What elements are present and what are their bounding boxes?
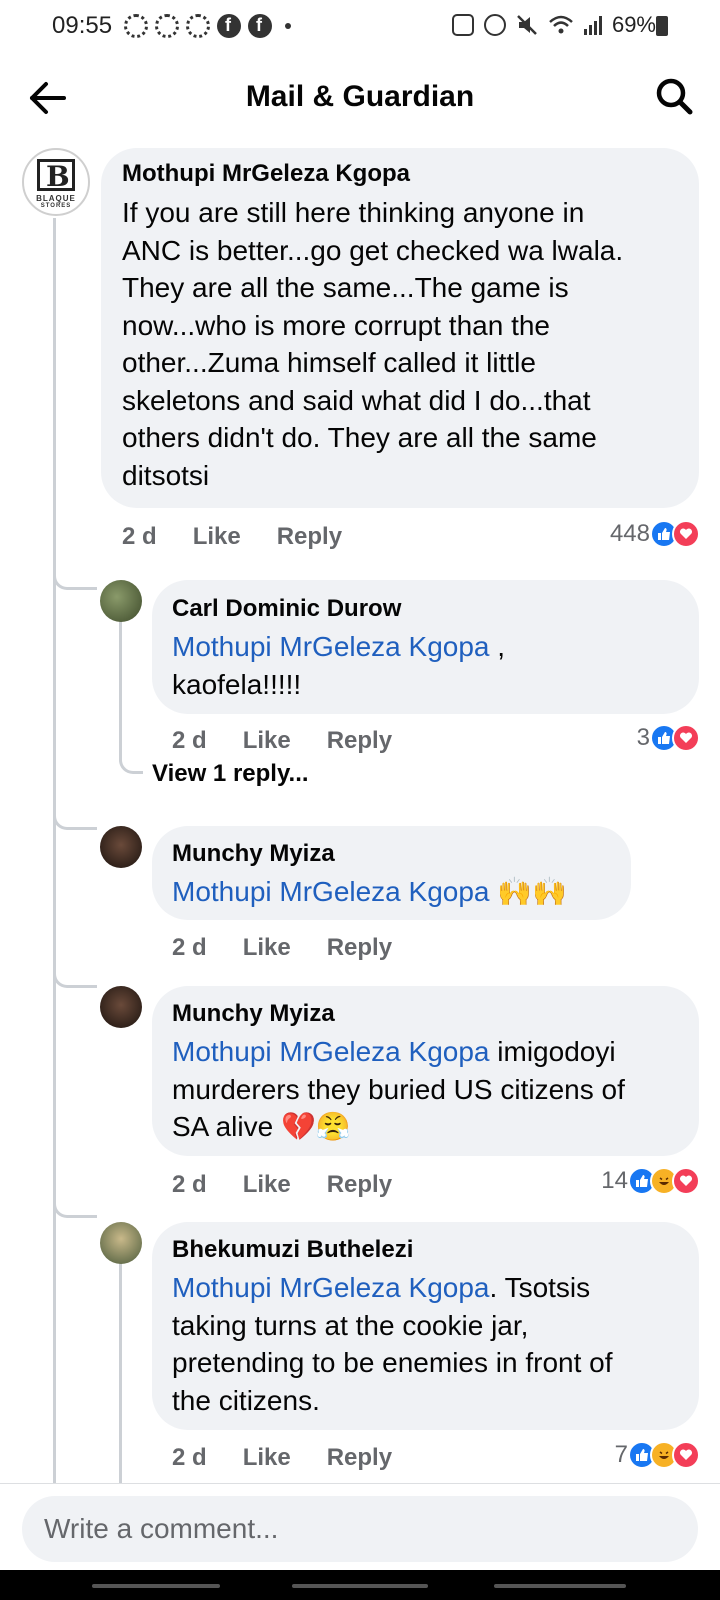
recycle-icon: [186, 14, 210, 38]
comment-meta: 2 d Like Reply: [172, 1444, 428, 1472]
comment-meta: 2 d Like Reply: [122, 523, 378, 551]
comment-text: Mothupi MrGeleza Kgopa , kaofela!!!!!: [172, 631, 506, 700]
like-button[interactable]: Like: [243, 1171, 291, 1199]
comment-time: 2 d: [172, 1171, 207, 1198]
thread-connector: [53, 966, 97, 988]
nav-recents-handle[interactable]: [92, 1584, 220, 1588]
battery-percent: 69%: [611, 12, 656, 37]
reaction-count: 3: [636, 724, 650, 751]
reply-button[interactable]: Reply: [277, 523, 342, 551]
comment-time: 2 d: [172, 1444, 207, 1471]
comment-author[interactable]: Munchy Myiza: [172, 840, 335, 868]
avatar-munchy[interactable]: [100, 986, 142, 1028]
comment-input[interactable]: [22, 1496, 698, 1562]
love-reaction-icon: [672, 724, 700, 752]
system-icons: 69%: [451, 12, 656, 38]
more-notifications-dot-icon: [285, 23, 291, 29]
mention-link[interactable]: Mothupi MrGeleza Kgopa: [172, 1036, 490, 1067]
wifi-icon: [549, 15, 573, 34]
comment-time: 2 d: [122, 523, 157, 550]
mention-link[interactable]: Mothupi MrGeleza Kgopa: [172, 876, 490, 907]
thread-connector: [53, 808, 97, 830]
mute-icon: [517, 15, 537, 35]
like-button[interactable]: Like: [243, 1444, 291, 1472]
mention-link[interactable]: Mothupi MrGeleza Kgopa: [172, 631, 490, 662]
reply-thread-line: [119, 1242, 122, 1483]
search-button[interactable]: [654, 76, 694, 116]
comment-time: 2 d: [172, 727, 207, 754]
nav-back-handle[interactable]: [494, 1584, 626, 1588]
comment-author[interactable]: Mothupi MrGeleza Kgopa: [122, 160, 410, 188]
comment-meta: 2 d Like Reply: [172, 727, 428, 755]
recycle-icon: [124, 14, 148, 38]
top-app-bar: Mail & Guardian: [0, 62, 720, 132]
mention-link[interactable]: Mothupi MrGeleza Kgopa: [172, 1272, 490, 1303]
alarm-icon: [483, 14, 506, 36]
signal-icon: [583, 15, 602, 35]
status-bar: 09:55 69%: [0, 0, 720, 52]
comment-author[interactable]: Munchy Myiza: [172, 1000, 335, 1028]
battery-icon: [656, 16, 668, 36]
reply-button[interactable]: Reply: [327, 1444, 392, 1472]
love-reaction-icon: [672, 1441, 700, 1469]
thread-line: [53, 218, 56, 1483]
facebook-icon: [217, 14, 241, 38]
reply-connector: [119, 752, 143, 774]
comment-text: Mothupi MrGeleza Kgopa. Tsotsis taking t…: [172, 1272, 613, 1416]
reaction-summary[interactable]: 448: [610, 520, 700, 548]
avatar-carl[interactable]: [100, 580, 142, 622]
avatar-munchy[interactable]: [100, 826, 142, 868]
reaction-count: 7: [614, 1441, 628, 1468]
like-button[interactable]: Like: [243, 934, 291, 962]
view-replies-link[interactable]: View 1 reply...: [152, 760, 309, 788]
notification-icons: [124, 14, 291, 38]
love-reaction-icon: [672, 520, 700, 548]
comment-author[interactable]: Bhekumuzi Buthelezi: [172, 1236, 413, 1264]
avatar-blaque-stores[interactable]: B BLAQUE STORES: [22, 148, 90, 216]
search-icon: [656, 78, 693, 115]
comment-author[interactable]: Carl Dominic Durow: [172, 595, 401, 623]
comment-text: Mothupi MrGeleza Kgopa 🙌🙌: [172, 876, 568, 907]
page-title: Mail & Guardian: [245, 80, 475, 113]
facebook-icon: [248, 14, 272, 38]
comment-composer-bar: [0, 1483, 720, 1570]
reply-button[interactable]: Reply: [327, 727, 392, 755]
recycle-icon: [155, 14, 179, 38]
like-button[interactable]: Like: [243, 727, 291, 755]
reply-thread-line: [119, 614, 122, 754]
avatar-bhekumuzi[interactable]: [100, 1222, 142, 1264]
reaction-summary[interactable]: 7: [615, 1441, 700, 1469]
comment-meta: 2 d Like Reply: [172, 1171, 428, 1199]
love-reaction-icon: [672, 1167, 700, 1195]
comment-meta: 2 d Like Reply: [172, 934, 428, 962]
comment-time: 2 d: [172, 934, 207, 961]
reply-button[interactable]: Reply: [327, 1171, 392, 1199]
reaction-summary[interactable]: 3: [637, 724, 700, 752]
reaction-summary[interactable]: 14: [601, 1167, 700, 1195]
like-button[interactable]: Like: [193, 523, 241, 551]
reaction-count: 14: [601, 1167, 628, 1194]
battery-saver-icon: [451, 14, 474, 36]
thread-connector: [53, 1196, 97, 1218]
thread-connector: [53, 568, 97, 590]
reply-button[interactable]: Reply: [327, 934, 392, 962]
reaction-count: 448: [609, 520, 650, 547]
nav-home-handle[interactable]: [292, 1584, 428, 1588]
comment-text: If you are still here thinking anyone in…: [122, 197, 624, 491]
system-nav-bar: [0, 1570, 720, 1600]
blaque-stores-logo-icon: B: [37, 159, 75, 193]
comment-text: Mothupi MrGeleza Kgopa imigodoyi murdere…: [172, 1036, 625, 1142]
status-time: 09:55: [52, 12, 113, 39]
